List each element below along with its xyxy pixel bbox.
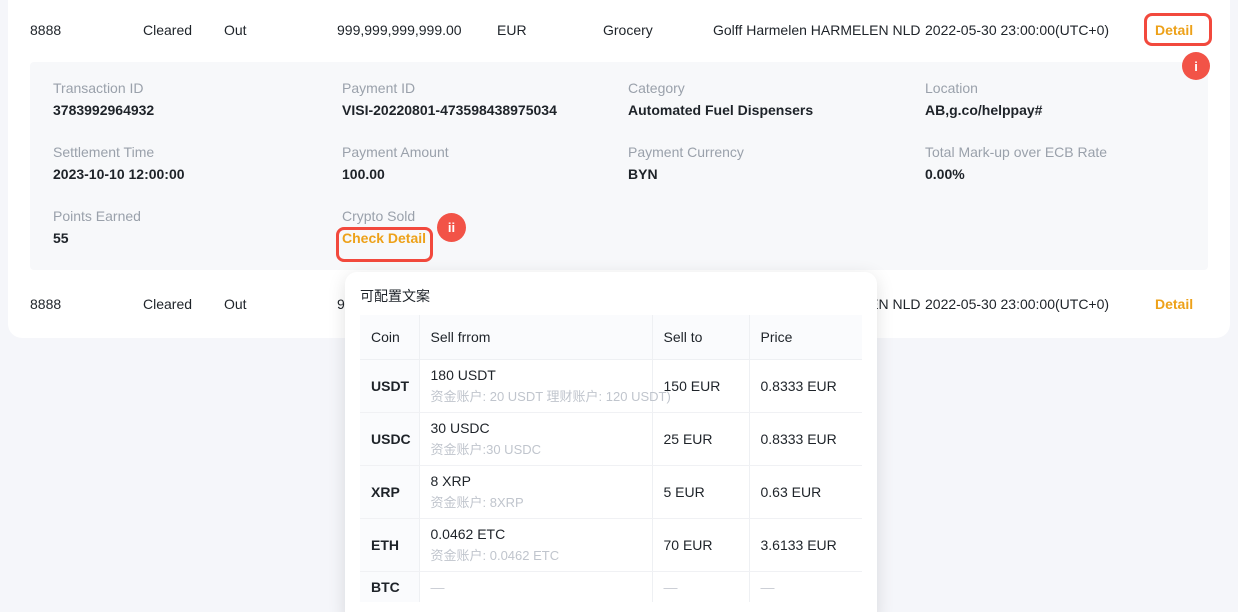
tx-time: 2022-05-30 23:00:00(UTC+0) xyxy=(925,22,1155,38)
table-row: XRP 8 XRP 资金账户: 8XRP 5 EUR 0.63 EUR xyxy=(360,466,862,519)
field-settlement-time: Settlement Time 2023-10-10 12:00:00 xyxy=(53,144,342,208)
sell-from-amount: 8 XRP xyxy=(431,473,641,489)
cell-coin: BTC xyxy=(360,572,419,603)
cell-sell-to: 25 EUR xyxy=(652,413,749,466)
field-label: Payment Currency xyxy=(628,144,925,160)
cell-coin: USDT xyxy=(360,360,419,413)
sell-from-amount: 30 USDC xyxy=(431,420,641,436)
field-label: Category xyxy=(628,80,925,96)
field-payment-id: Payment ID VISI-20220801-473598438975034 xyxy=(342,80,628,144)
field-label: Crypto Sold xyxy=(342,208,628,224)
cell-sell-from: — xyxy=(419,572,652,603)
field-value: BYN xyxy=(628,166,925,182)
detail-link[interactable]: Detail xyxy=(1155,22,1193,38)
sell-from-accounts: 资金账户: 8XRP xyxy=(431,492,641,511)
field-value: 3783992964932 xyxy=(53,102,342,118)
sell-from-amount: 180 USDT xyxy=(431,367,641,383)
table-header-row: Coin Sell frrom Sell to Price xyxy=(360,315,862,360)
cell-price: 0.8333 EUR xyxy=(749,413,862,466)
cell-price: 3.6133 EUR xyxy=(749,519,862,572)
check-detail-link[interactable]: Check Detail xyxy=(342,230,426,246)
field-value: Automated Fuel Dispensers xyxy=(628,102,925,118)
col-header-price: Price xyxy=(749,315,862,360)
field-value: VISI-20220801-473598438975034 xyxy=(342,102,628,118)
table-row: USDT 180 USDT 资金账户: 20 USDT 理财账户: 120 US… xyxy=(360,360,862,413)
table-row: BTC — — — xyxy=(360,572,862,603)
annotation-badge-ii: ii xyxy=(437,213,466,242)
cell-coin: USDC xyxy=(360,413,419,466)
field-label: Transaction ID xyxy=(53,80,342,96)
tx-id: 8888 xyxy=(30,22,143,38)
tx-category: Grocery xyxy=(603,22,713,38)
page: { "colors": { "accent_orange": "#eda119"… xyxy=(0,0,1238,612)
field-markup-rate: Total Mark-up over ECB Rate 0.00% xyxy=(925,144,1208,208)
cell-coin: ETH xyxy=(360,519,419,572)
sell-from-accounts: 资金账户:30 USDC xyxy=(431,439,641,458)
tx-id: 8888 xyxy=(30,296,143,312)
field-label: Points Earned xyxy=(53,208,342,224)
sell-from-accounts: 资金账户: 20 USDT 理财账户: 120 USDT) xyxy=(431,386,641,405)
tx-currency: EUR xyxy=(497,22,603,38)
cell-coin: XRP xyxy=(360,466,419,519)
field-value: 55 xyxy=(53,230,342,246)
transaction-detail-panel: Transaction ID 3783992964932 Payment ID … xyxy=(30,62,1208,270)
table-row: ETH 0.0462 ETC 资金账户: 0.0462 ETC 70 EUR 3… xyxy=(360,519,862,572)
tx-direction: Out xyxy=(224,22,337,38)
field-payment-currency: Payment Currency BYN xyxy=(628,144,925,208)
sell-from-accounts: 资金账户: 0.0462 ETC xyxy=(431,545,641,564)
field-transaction-id: Transaction ID 3783992964932 xyxy=(53,80,342,144)
field-points-earned: Points Earned 55 xyxy=(53,208,342,272)
cell-sell-from: 8 XRP 资金账户: 8XRP xyxy=(419,466,652,519)
popup-title: 可配置文案 xyxy=(360,286,862,306)
sell-from-amount: 0.0462 ETC xyxy=(431,526,641,542)
tx-direction: Out xyxy=(224,296,337,312)
cell-price: 0.8333 EUR xyxy=(749,360,862,413)
field-payment-amount: Payment Amount 100.00 xyxy=(342,144,628,208)
col-header-coin: Coin xyxy=(360,315,419,360)
col-header-sell-to: Sell to xyxy=(652,315,749,360)
field-label: Payment Amount xyxy=(342,144,628,160)
tx-amount: 999,999,999,999.00 xyxy=(337,22,497,38)
field-value: 2023-10-10 12:00:00 xyxy=(53,166,342,182)
cell-price: — xyxy=(749,572,862,603)
field-label: Settlement Time xyxy=(53,144,342,160)
table-row: USDC 30 USDC 资金账户:30 USDC 25 EUR 0.8333 … xyxy=(360,413,862,466)
annotation-badge-i: i xyxy=(1182,52,1210,80)
field-crypto-sold: Crypto Sold Check Detail xyxy=(342,208,628,272)
cell-sell-from: 30 USDC 资金账户:30 USDC xyxy=(419,413,652,466)
tx-status: Cleared xyxy=(143,22,224,38)
field-label: Payment ID xyxy=(342,80,628,96)
field-value: 0.00% xyxy=(925,166,1208,182)
cell-price: 0.63 EUR xyxy=(749,466,862,519)
cell-sell-to: 5 EUR xyxy=(652,466,749,519)
crypto-sold-table: Coin Sell frrom Sell to Price USDT 180 U… xyxy=(360,315,862,602)
detail-link[interactable]: Detail xyxy=(1155,296,1193,312)
sell-from-amount: — xyxy=(431,579,641,595)
field-label: Location xyxy=(925,80,1208,96)
cell-sell-to: 70 EUR xyxy=(652,519,749,572)
field-value: AB,g.co/helppay# xyxy=(925,102,1208,118)
cell-sell-from: 180 USDT 资金账户: 20 USDT 理财账户: 120 USDT) xyxy=(419,360,652,413)
crypto-sold-popup: 可配置文案 Coin Sell frrom Sell to Price USDT… xyxy=(345,272,877,612)
col-header-sell-from: Sell frrom xyxy=(419,315,652,360)
field-label: Total Mark-up over ECB Rate xyxy=(925,144,1208,160)
cell-sell-from: 0.0462 ETC 资金账户: 0.0462 ETC xyxy=(419,519,652,572)
tx-time: 2022-05-30 23:00:00(UTC+0) xyxy=(925,296,1155,312)
field-category: Category Automated Fuel Dispensers xyxy=(628,80,925,144)
tx-status: Cleared xyxy=(143,296,224,312)
field-value: 100.00 xyxy=(342,166,628,182)
field-location: Location AB,g.co/helppay# xyxy=(925,80,1208,144)
cell-sell-to: 150 EUR xyxy=(652,360,749,413)
transaction-row: 8888 Cleared Out 999,999,999,999.00 EUR … xyxy=(8,2,1230,58)
cell-sell-to: — xyxy=(652,572,749,603)
tx-merchant: Golff Harmelen HARMELEN NLD xyxy=(713,22,925,38)
